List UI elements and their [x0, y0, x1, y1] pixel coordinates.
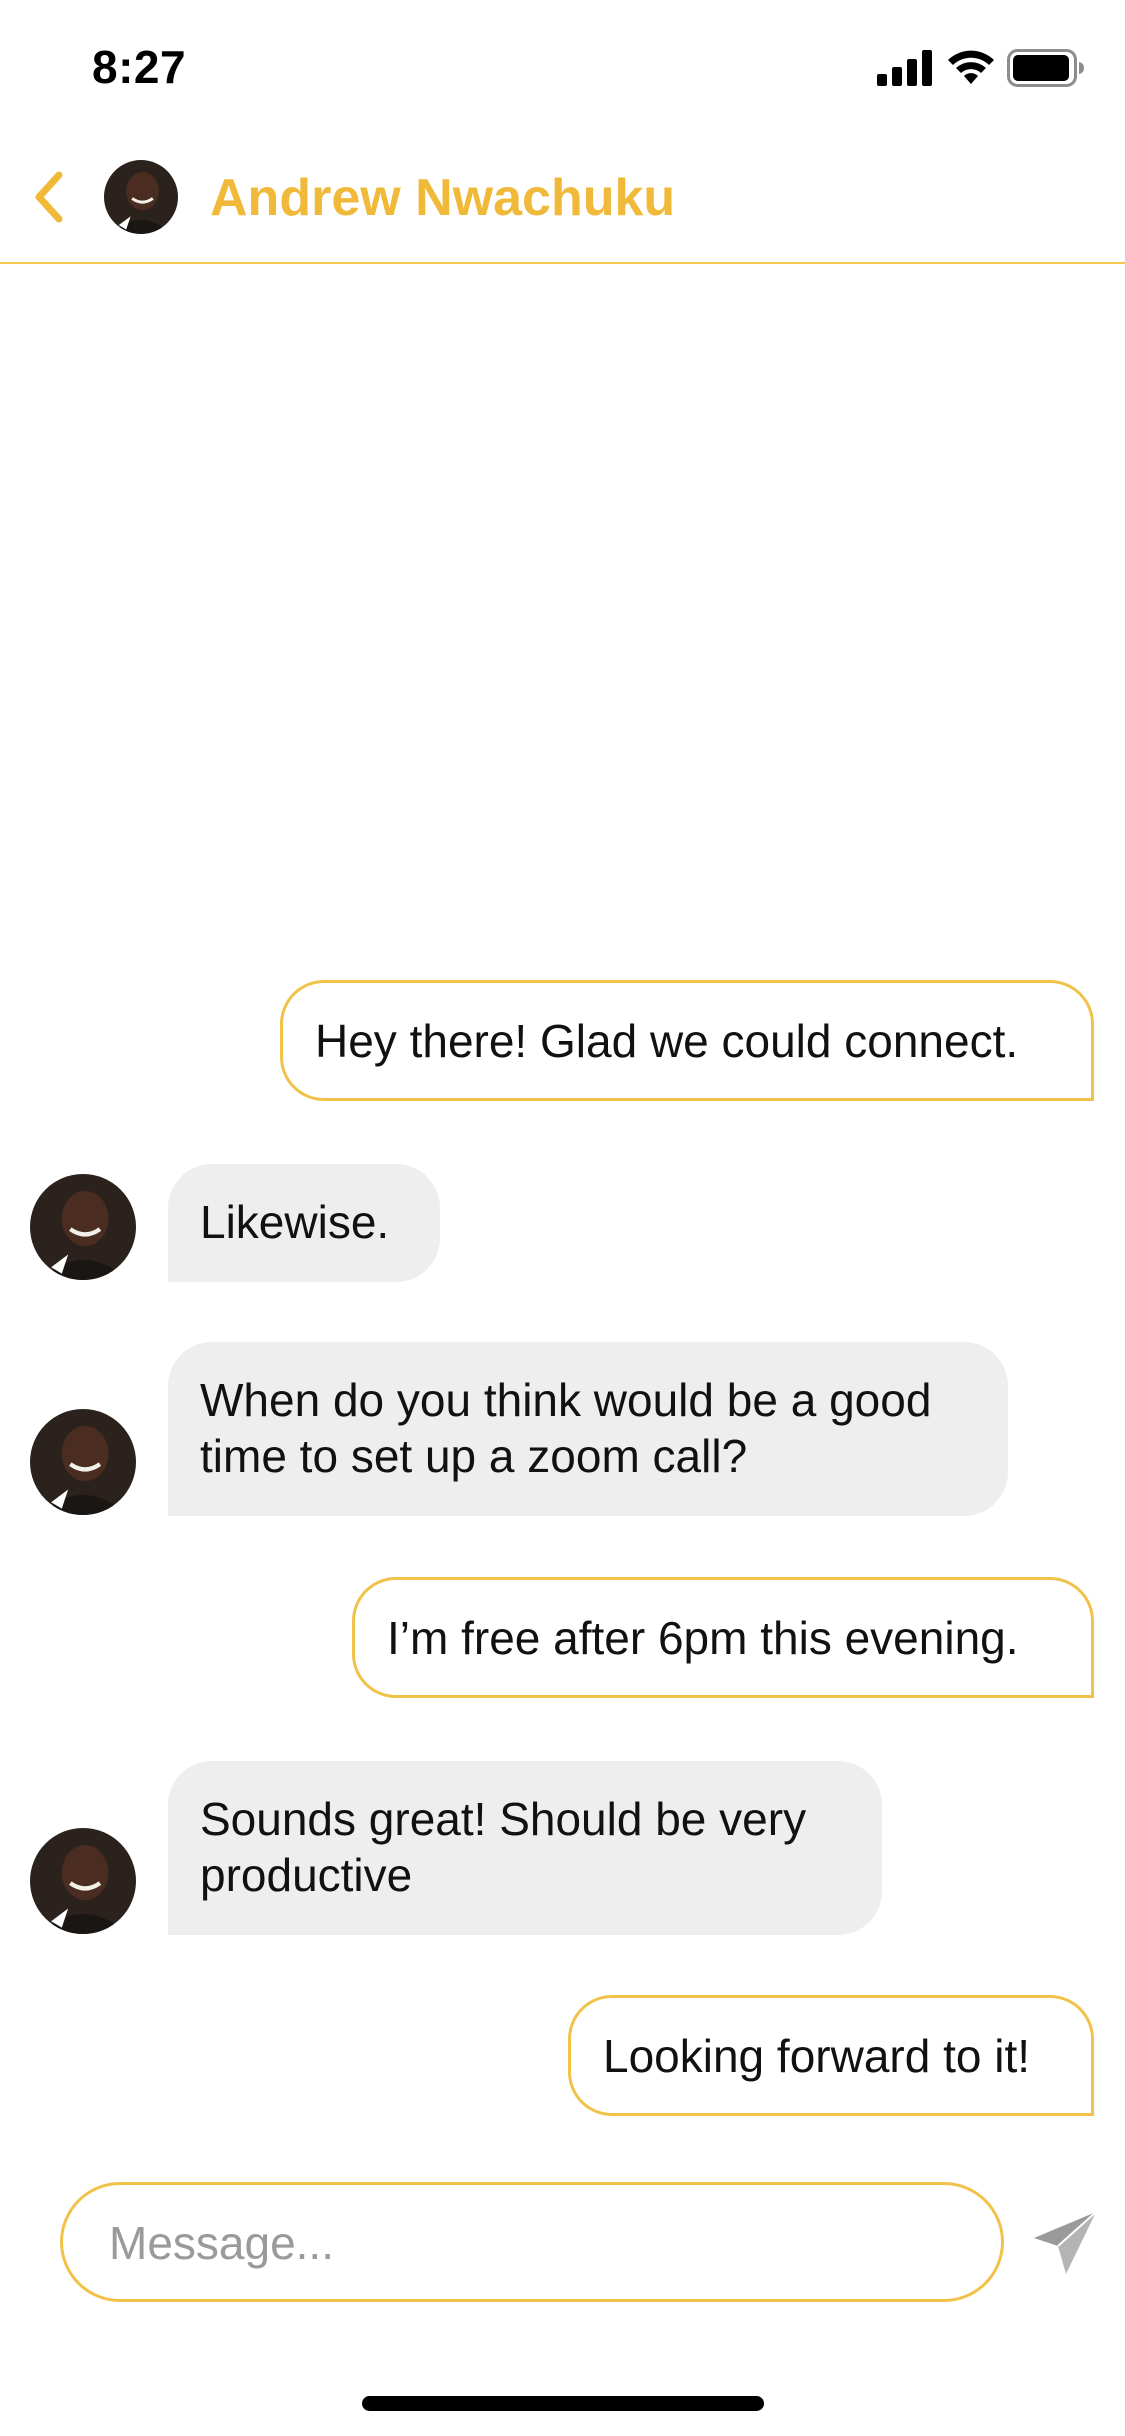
back-button[interactable] — [18, 162, 78, 232]
contact-avatar[interactable] — [30, 1174, 136, 1280]
message-bubble-received[interactable]: Likewise. — [168, 1164, 440, 1282]
status-time: 8:27 — [92, 41, 187, 93]
message-text: Likewise. — [200, 1196, 390, 1248]
chat-screen: 8:27 Andrew Nwachuku Hey there! Glad we … — [0, 0, 1125, 2436]
message-bubble-sent[interactable]: Hey there! Glad we could connect. — [280, 980, 1094, 1101]
status-bar: 8:27 — [0, 0, 1125, 140]
message-bubble-received[interactable]: Sounds great! Should be very productive — [168, 1761, 882, 1935]
message-text: I’m free after 6pm this evening. — [387, 1612, 1019, 1664]
home-indicator — [362, 2396, 764, 2411]
send-button[interactable] — [1030, 2208, 1100, 2278]
message-bubble-sent[interactable]: Looking forward to it! — [568, 1995, 1094, 2116]
message-text: Hey there! Glad we could connect. — [315, 1015, 1019, 1067]
status-icons — [877, 48, 1085, 88]
message-text: When do you think would be a good time t… — [200, 1374, 932, 1482]
paper-plane-icon — [1034, 2211, 1097, 2274]
contact-avatar[interactable] — [30, 1828, 136, 1934]
message-composer[interactable] — [60, 2182, 1004, 2302]
chat-header: Andrew Nwachuku — [0, 140, 1125, 264]
contact-avatar[interactable] — [104, 160, 178, 234]
wifi-icon — [948, 50, 994, 84]
chevron-left-icon — [35, 171, 63, 223]
contact-avatar[interactable] — [30, 1409, 136, 1515]
battery-icon — [1007, 49, 1084, 87]
message-text: Looking forward to it! — [603, 2030, 1031, 2082]
cellular-signal-icon — [877, 50, 932, 86]
message-bubble-received[interactable]: When do you think would be a good time t… — [168, 1342, 1008, 1516]
message-text: Sounds great! Should be very productive — [200, 1793, 807, 1901]
message-input[interactable] — [107, 2185, 971, 2301]
contact-name[interactable]: Andrew Nwachuku — [210, 166, 675, 230]
message-bubble-sent[interactable]: I’m free after 6pm this evening. — [352, 1577, 1094, 1698]
message-list[interactable]: Hey there! Glad we could connect. Likewi… — [0, 264, 1125, 2164]
